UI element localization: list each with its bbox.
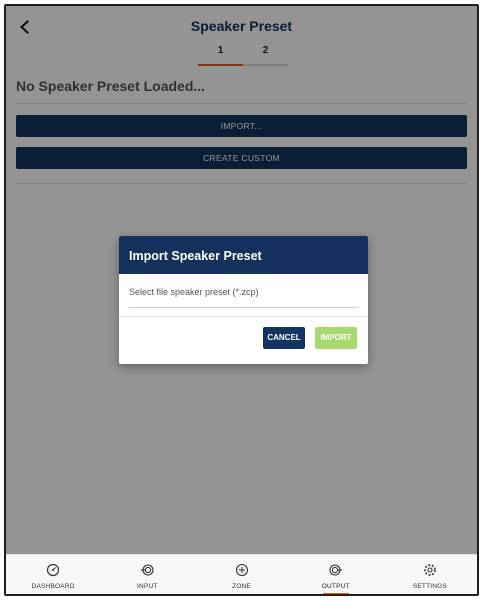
gauge-icon bbox=[46, 563, 60, 577]
nav-item-input[interactable]: INPUT bbox=[100, 555, 194, 594]
nav-label: DASHBOARD bbox=[31, 583, 75, 590]
dialog-title: Import Speaker Preset bbox=[119, 236, 368, 274]
file-select-label: Select file speaker preset (*.zcp) bbox=[129, 287, 259, 297]
import-confirm-button[interactable]: IMPORT bbox=[315, 327, 357, 349]
cancel-button[interactable]: CANCEL bbox=[263, 327, 305, 349]
nav-item-dashboard[interactable]: DASHBOARD bbox=[6, 555, 100, 594]
file-select-field[interactable]: Select file speaker preset (*.zcp) bbox=[119, 274, 368, 316]
nav-label: ZONE bbox=[232, 583, 251, 590]
output-icon bbox=[329, 564, 342, 576]
dialog-actions: CANCEL IMPORT bbox=[119, 317, 368, 363]
bottom-nav: DASHBOARD INPUT ZONE OUTPUT SETTINGS bbox=[6, 554, 477, 594]
nav-item-output[interactable]: OUTPUT bbox=[289, 555, 383, 594]
nav-item-zone[interactable]: ZONE bbox=[194, 555, 288, 594]
nav-label: SETTINGS bbox=[412, 583, 447, 590]
active-nav-indicator bbox=[322, 593, 349, 594]
input-icon bbox=[141, 564, 154, 576]
file-field-underline bbox=[129, 307, 358, 308]
settings-icon bbox=[424, 564, 436, 576]
zone-icon bbox=[235, 563, 248, 577]
nav-label: OUTPUT bbox=[321, 583, 350, 590]
app-window: Speaker Preset 1 2 No Speaker Preset Loa… bbox=[4, 4, 479, 596]
nav-item-settings[interactable]: SETTINGS bbox=[383, 555, 477, 594]
import-speaker-preset-dialog: Import Speaker Preset Select file speake… bbox=[119, 236, 368, 364]
nav-label: INPUT bbox=[137, 583, 158, 590]
